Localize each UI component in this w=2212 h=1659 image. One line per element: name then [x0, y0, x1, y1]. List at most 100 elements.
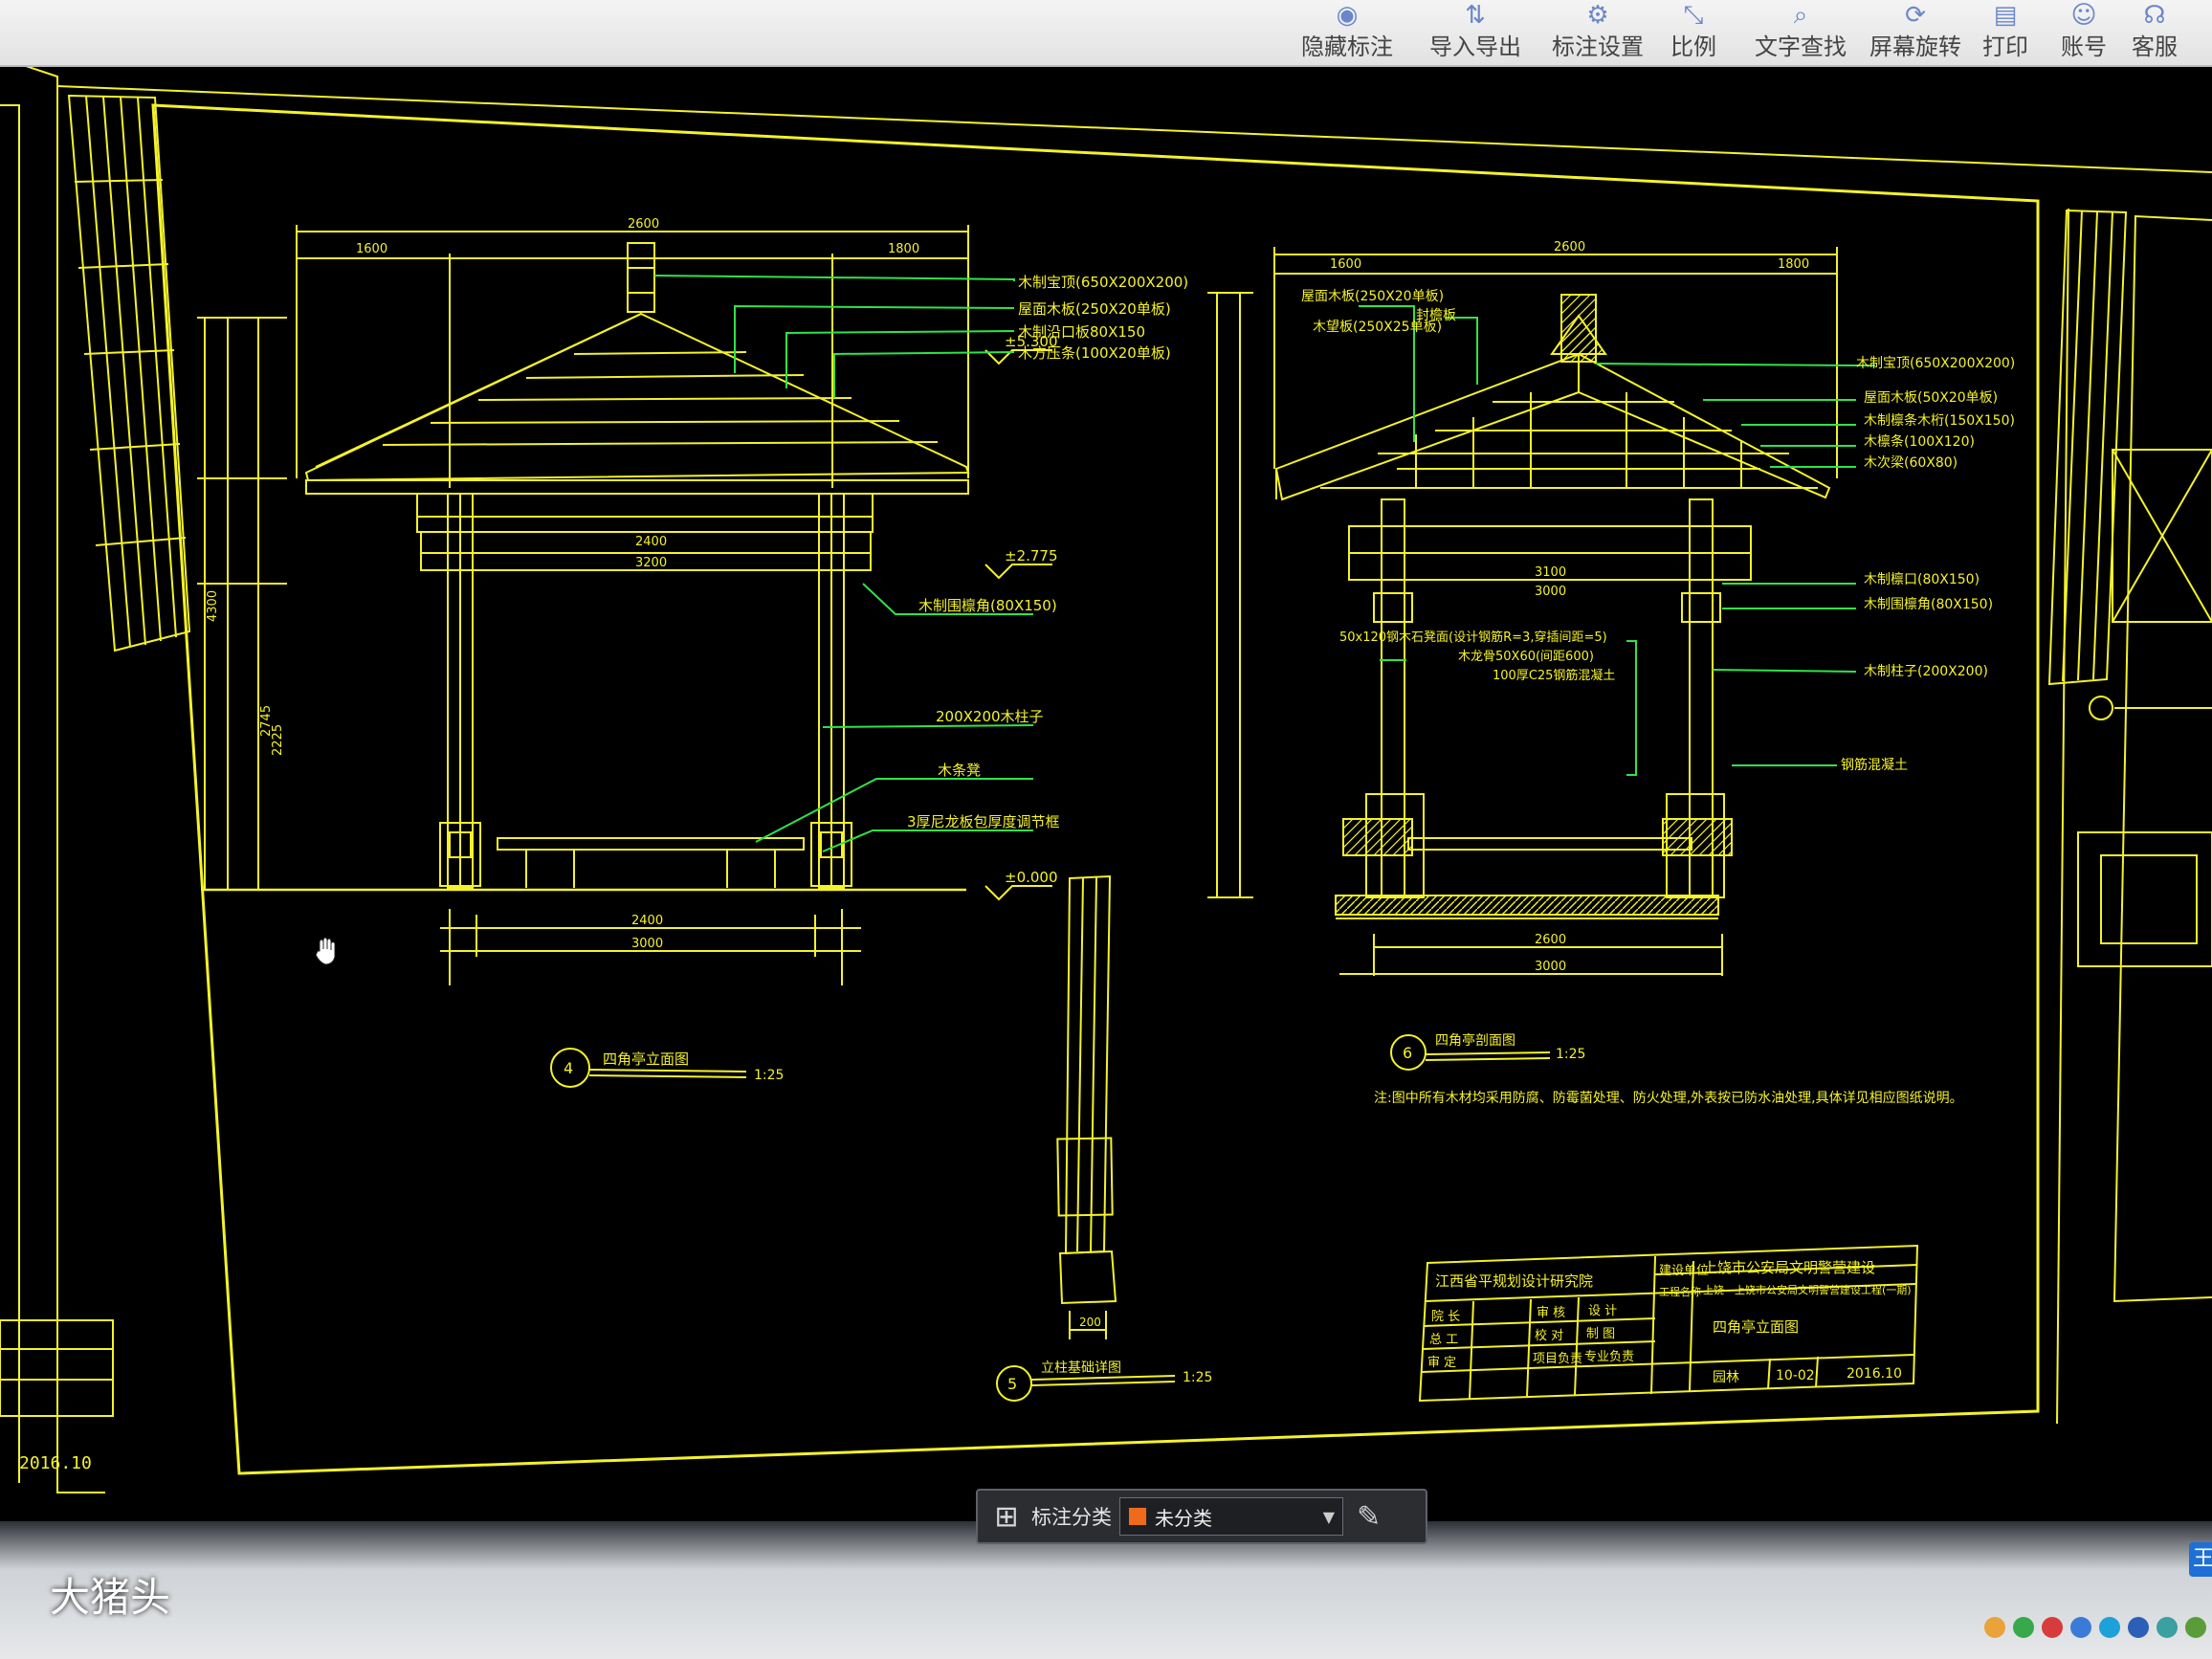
eye-off-icon: ◉ [1336, 1, 1359, 30]
dimension-label: 3200 [635, 556, 667, 570]
watermark-text: 大猪头 [50, 1574, 171, 1621]
dimension-label: 200 [1079, 1316, 1101, 1329]
title-block-cell: 总 工 [1429, 1333, 1458, 1347]
tray-app-icon[interactable] [2042, 1617, 2063, 1638]
tray-app-icon[interactable] [2157, 1617, 2178, 1638]
dimension-label: 1800 [888, 242, 919, 256]
view-number: 4 [564, 1059, 573, 1077]
level-marker [984, 885, 1052, 901]
toolbar-hide-annotations[interactable]: ◉ 隐藏标注 [1301, 3, 1393, 61]
elevation-view: 木制宝顶(650X200X200) 屋面木板(250X20单板) 木制沿口板80… [197, 217, 1188, 1088]
dimension-label: 1800 [1778, 257, 1809, 272]
level-label: ±0.000 [1005, 869, 1058, 886]
callout-label: 木制宝顶(650X200X200) [1856, 356, 2015, 371]
prev-sheet-frame [0, 104, 20, 1483]
concrete-slab [1335, 895, 1719, 916]
title-block-cell: 项目负责 [1533, 1352, 1582, 1366]
callout-label: 木制檩口(80X150) [1864, 571, 1980, 587]
dimension-label: 3000 [1535, 960, 1566, 974]
view-number: 6 [1403, 1044, 1412, 1062]
column-detail-view: 200 5 立柱基础详图 1:25 [996, 874, 1212, 1402]
callout-label: 木檩条(100X120) [1864, 433, 1975, 450]
toolbar-label: 账号 [2061, 33, 2107, 60]
tray-app-icon[interactable] [2070, 1617, 2091, 1638]
note-label: 50x120钢木石凳面(设计钢筋R=3,穿插间距=5) [1339, 630, 1607, 645]
toolbar-annotation-settings[interactable]: ⚙ 标注设置 [1552, 3, 1644, 61]
toolbar-import-export[interactable]: ⇅ 导入导出 [1429, 3, 1521, 61]
annotation-category-label: 标注分类 [1031, 1506, 1112, 1529]
view-title: 四角亭剖面图 [1435, 1032, 1515, 1049]
title-block-category: 园林 [1713, 1370, 1739, 1385]
print-icon: ▤ [1993, 1, 2018, 30]
toolbar-label: 打印 [1982, 33, 2028, 60]
tray-app-icon[interactable] [1984, 1617, 2005, 1638]
sheet-left-frame [25, 67, 105, 1493]
callout-label: 屋面木板(50X20单板) [1864, 390, 1998, 406]
tray-app-icon[interactable] [2185, 1617, 2206, 1638]
toolbar-label: 文字查找 [1755, 33, 1847, 60]
dimension-label: 2400 [635, 535, 667, 549]
note-label: 木龙骨50X60(间距600) [1458, 650, 1594, 664]
edit-icon[interactable]: ✎ [1357, 1500, 1381, 1534]
elevation-roof [304, 312, 970, 482]
dimension-label: 3000 [631, 937, 663, 951]
dimension-label: 1600 [356, 242, 387, 256]
toolbar-scale[interactable]: ⤡ 比例 [1670, 3, 1716, 61]
view-scale: 1:25 [754, 1068, 784, 1083]
elevation-bench [497, 837, 805, 851]
toolbar-rotate-screen[interactable]: ⟳ 屏幕旋转 [1869, 3, 1961, 61]
toolbar-label: 比例 [1670, 33, 1716, 60]
cad-drawing-canvas[interactable]: 2016.10 木制宝顶(650X200X200) 屋面木板(250X20单板)… [0, 67, 2212, 1521]
title-block-cell: 专业负责 [1584, 1350, 1634, 1364]
tray-app-icon[interactable] [2099, 1617, 2120, 1638]
callout-label: 钢筋混凝土 [1841, 757, 1908, 773]
view-title: 立柱基础详图 [1041, 1360, 1121, 1376]
callout-label: 木次梁(60X80) [1864, 455, 1958, 471]
scale-icon: ⤡ [1683, 1, 1704, 30]
level-marker [984, 564, 1052, 580]
title-block-cell: 审 核 [1537, 1306, 1565, 1320]
callout-label: 200X200木柱子 [936, 708, 1044, 725]
title-block-cell: 校 对 [1535, 1328, 1563, 1343]
toolbar-label: 标注设置 [1552, 33, 1644, 60]
level-label: ±2.775 [1005, 547, 1058, 564]
toolbar-label: 隐藏标注 [1301, 33, 1393, 60]
toolbar-label: 导入导出 [1429, 33, 1521, 60]
sheet-top-edge [56, 85, 2212, 173]
annotation-category-select[interactable]: 未分类 ▼ [1119, 1497, 1343, 1536]
dimension-label: 3000 [1535, 585, 1566, 599]
app-toolbar: ◉ 隐藏标注 ⇅ 导入导出 ⚙ 标注设置 ⤡ 比例 ⌕ 文字查找 ⟳ 屏幕旋转 … [0, 0, 2212, 67]
grid-icon[interactable]: ⊞ [987, 1500, 1026, 1534]
dimension-label: 2600 [1535, 933, 1566, 947]
toolbar-label: 客服 [2132, 33, 2178, 60]
dimension-label: 1600 [1330, 257, 1361, 272]
toolbar-support[interactable]: ☊ 客服 [2132, 3, 2178, 61]
title-block-label: 建设单位 [1659, 1264, 1709, 1278]
account-icon: ☺ [2070, 1, 2097, 30]
title-block-engineering: 上饶—上饶市公安局文明警营建设工程(一期) [1703, 1283, 1912, 1296]
title-block-date: 2016.10 [1847, 1366, 1902, 1382]
toolbar-account[interactable]: ☺ 账号 [2061, 3, 2107, 61]
dimension-label: 2225 [271, 724, 285, 756]
section-view: 屋面木板(250X20单板) 木望板(250X25单板) 封檐板 木制宝顶(65… [1207, 240, 2015, 1106]
callout-label: 木制围檩角(80X150) [918, 597, 1057, 614]
title-block-company: 江西省平规划设计研究院 [1435, 1272, 1593, 1290]
title-block-label: 工程名称 [1659, 1285, 1701, 1298]
callout-label: 3厚尼龙板包厚度调节框 [907, 813, 1060, 830]
tray-app-icon[interactable] [2128, 1617, 2149, 1638]
chevron-down-icon: ▼ [1322, 1507, 1335, 1526]
toolbar-print[interactable]: ▤ 打印 [1982, 3, 2028, 61]
rotate-screen-icon: ⟳ [1905, 1, 1926, 30]
cad-drawing: 2016.10 木制宝顶(650X200X200) 屋面木板(250X20单板)… [0, 67, 2212, 1493]
tray-app-icon[interactable] [2013, 1617, 2034, 1638]
text-search-icon: ⌕ [1793, 1, 1808, 30]
title-block-project: 上饶市公安局文明警营建设 [1703, 1259, 1875, 1276]
view-scale: 1:25 [1183, 1370, 1212, 1385]
desktop-badge-icon[interactable]: 王 [2189, 1542, 2212, 1577]
dimension-label: 2600 [628, 217, 659, 232]
drawing-note: 注:图中所有木材均采用防腐、防霉菌处理、防火处理,外表按已防水油处理,具体详见相… [1374, 1090, 1963, 1106]
toolbar-text-search[interactable]: ⌕ 文字查找 [1755, 3, 1847, 61]
title-block-cell: 审 定 [1427, 1356, 1456, 1370]
import-export-icon: ⇅ [1465, 1, 1486, 30]
view-title: 四角亭立面图 [603, 1051, 689, 1068]
